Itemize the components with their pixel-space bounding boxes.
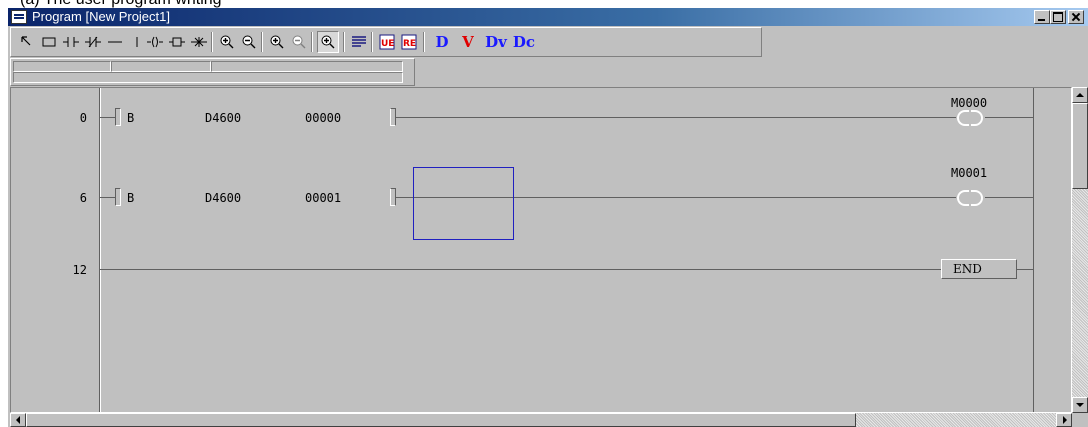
- rung-wire: [985, 117, 1033, 118]
- re-icon[interactable]: RE: [399, 32, 419, 52]
- v-button-label: V: [462, 33, 474, 51]
- dv-button[interactable]: Dv: [483, 32, 509, 52]
- toolbar-separator: [261, 32, 263, 52]
- dc-button[interactable]: Dc: [511, 32, 537, 52]
- title-bar[interactable]: Program [New Project1]: [8, 8, 1088, 26]
- rung-operand1[interactable]: D4600: [205, 191, 241, 205]
- rung-step-number: 12: [72, 263, 87, 277]
- h-scroll-thumb[interactable]: [26, 413, 856, 427]
- rung-instruction[interactable]: B: [127, 191, 134, 205]
- toolbar-separator: [211, 32, 213, 52]
- dc-button-label: Dc: [512, 33, 536, 51]
- star-icon[interactable]: [189, 32, 209, 52]
- scroll-down-icon: [1076, 403, 1084, 411]
- rung-operand1[interactable]: D4600: [205, 111, 241, 125]
- rung-wire: [100, 269, 942, 270]
- toolbar-separator: [311, 32, 313, 52]
- coil-label[interactable]: M0000: [951, 96, 987, 110]
- scroll-up-icon: [1076, 89, 1084, 97]
- field-3[interactable]: [211, 61, 403, 72]
- field-4[interactable]: [13, 72, 403, 83]
- d-button[interactable]: D: [431, 32, 453, 52]
- minimize-button[interactable]: [1034, 10, 1050, 24]
- vertical-scrollbar[interactable]: [1072, 87, 1088, 413]
- app-icon: [11, 10, 27, 24]
- field-1[interactable]: [13, 61, 111, 72]
- rung-wire: [100, 197, 115, 198]
- horizontal-line-icon[interactable]: [105, 32, 125, 52]
- scroll-up-button[interactable]: [1072, 87, 1088, 103]
- scroll-down-button[interactable]: [1072, 397, 1088, 413]
- close-button[interactable]: [1068, 10, 1084, 24]
- window-title: Program [New Project1]: [32, 9, 170, 24]
- end-instruction[interactable]: END: [941, 259, 1017, 279]
- rung-step-number: 6: [79, 191, 87, 205]
- scroll-right-button[interactable]: [1056, 413, 1072, 427]
- field-2[interactable]: [111, 61, 211, 72]
- zoom-in-icon[interactable]: [217, 32, 237, 52]
- scroll-left-icon: [12, 416, 20, 424]
- input-bar: [10, 58, 415, 86]
- instr-open-bracket: [115, 108, 121, 126]
- d-button-label: D: [435, 33, 449, 51]
- toolbar-separator: [371, 32, 373, 52]
- rung-wire: [100, 117, 115, 118]
- rung-wire: [985, 197, 1033, 198]
- edit-cursor[interactable]: [413, 167, 514, 240]
- zoom-fit-icon[interactable]: [317, 31, 339, 53]
- toolbar-separator: [343, 32, 345, 52]
- rung-wire: [1017, 269, 1033, 270]
- rung-step-number: 0: [79, 111, 87, 125]
- scroll-right-icon: [1063, 416, 1071, 424]
- contact-no-icon[interactable]: [61, 32, 81, 52]
- ue-icon[interactable]: UE: [377, 32, 397, 52]
- list-icon[interactable]: [349, 32, 369, 52]
- toolbar-separator: [423, 32, 425, 52]
- v-button[interactable]: V: [457, 32, 479, 52]
- output-coil-icon[interactable]: [955, 110, 985, 126]
- output-coil-icon[interactable]: [955, 190, 985, 206]
- rung-wire: [396, 117, 956, 118]
- coil-icon[interactable]: [145, 32, 165, 52]
- box-icon[interactable]: [39, 32, 59, 52]
- right-power-rail: [1033, 88, 1034, 412]
- vertical-line-icon[interactable]: [127, 32, 147, 52]
- rung-operand2[interactable]: 00000: [305, 111, 341, 125]
- zoom-out-icon[interactable]: [239, 32, 259, 52]
- rung-instruction[interactable]: B: [127, 111, 134, 125]
- zoom-out-2-icon[interactable]: [289, 32, 309, 52]
- maximize-button[interactable]: [1050, 10, 1066, 24]
- horizontal-scrollbar[interactable]: [10, 413, 1072, 427]
- dv-button-label: Dv: [485, 33, 507, 51]
- instr-open-bracket: [115, 188, 121, 206]
- svg-text:UE: UE: [381, 39, 394, 49]
- scroll-thumb[interactable]: [1072, 103, 1088, 189]
- h-scroll-track[interactable]: [856, 413, 1056, 427]
- zoom-in-2-icon[interactable]: [267, 32, 287, 52]
- left-power-rail-highlight: [100, 88, 101, 412]
- function-icon[interactable]: [167, 32, 187, 52]
- contact-nc-icon[interactable]: [83, 32, 103, 52]
- coil-label[interactable]: M0001: [951, 166, 987, 180]
- select-arrow-icon[interactable]: [17, 32, 37, 52]
- rung-operand2[interactable]: 00001: [305, 191, 341, 205]
- scroll-left-button[interactable]: [10, 413, 26, 427]
- ladder-toolbar: UE RE D V Dv Dc: [10, 27, 762, 57]
- ladder-editor[interactable]: 0 B D4600 00000 M0000 6 B D4600 00001 M0…: [10, 87, 1072, 413]
- program-window: Program [New Project1] UE RE D V Dv Dc 0…: [8, 8, 1088, 427]
- svg-text:RE: RE: [403, 39, 416, 49]
